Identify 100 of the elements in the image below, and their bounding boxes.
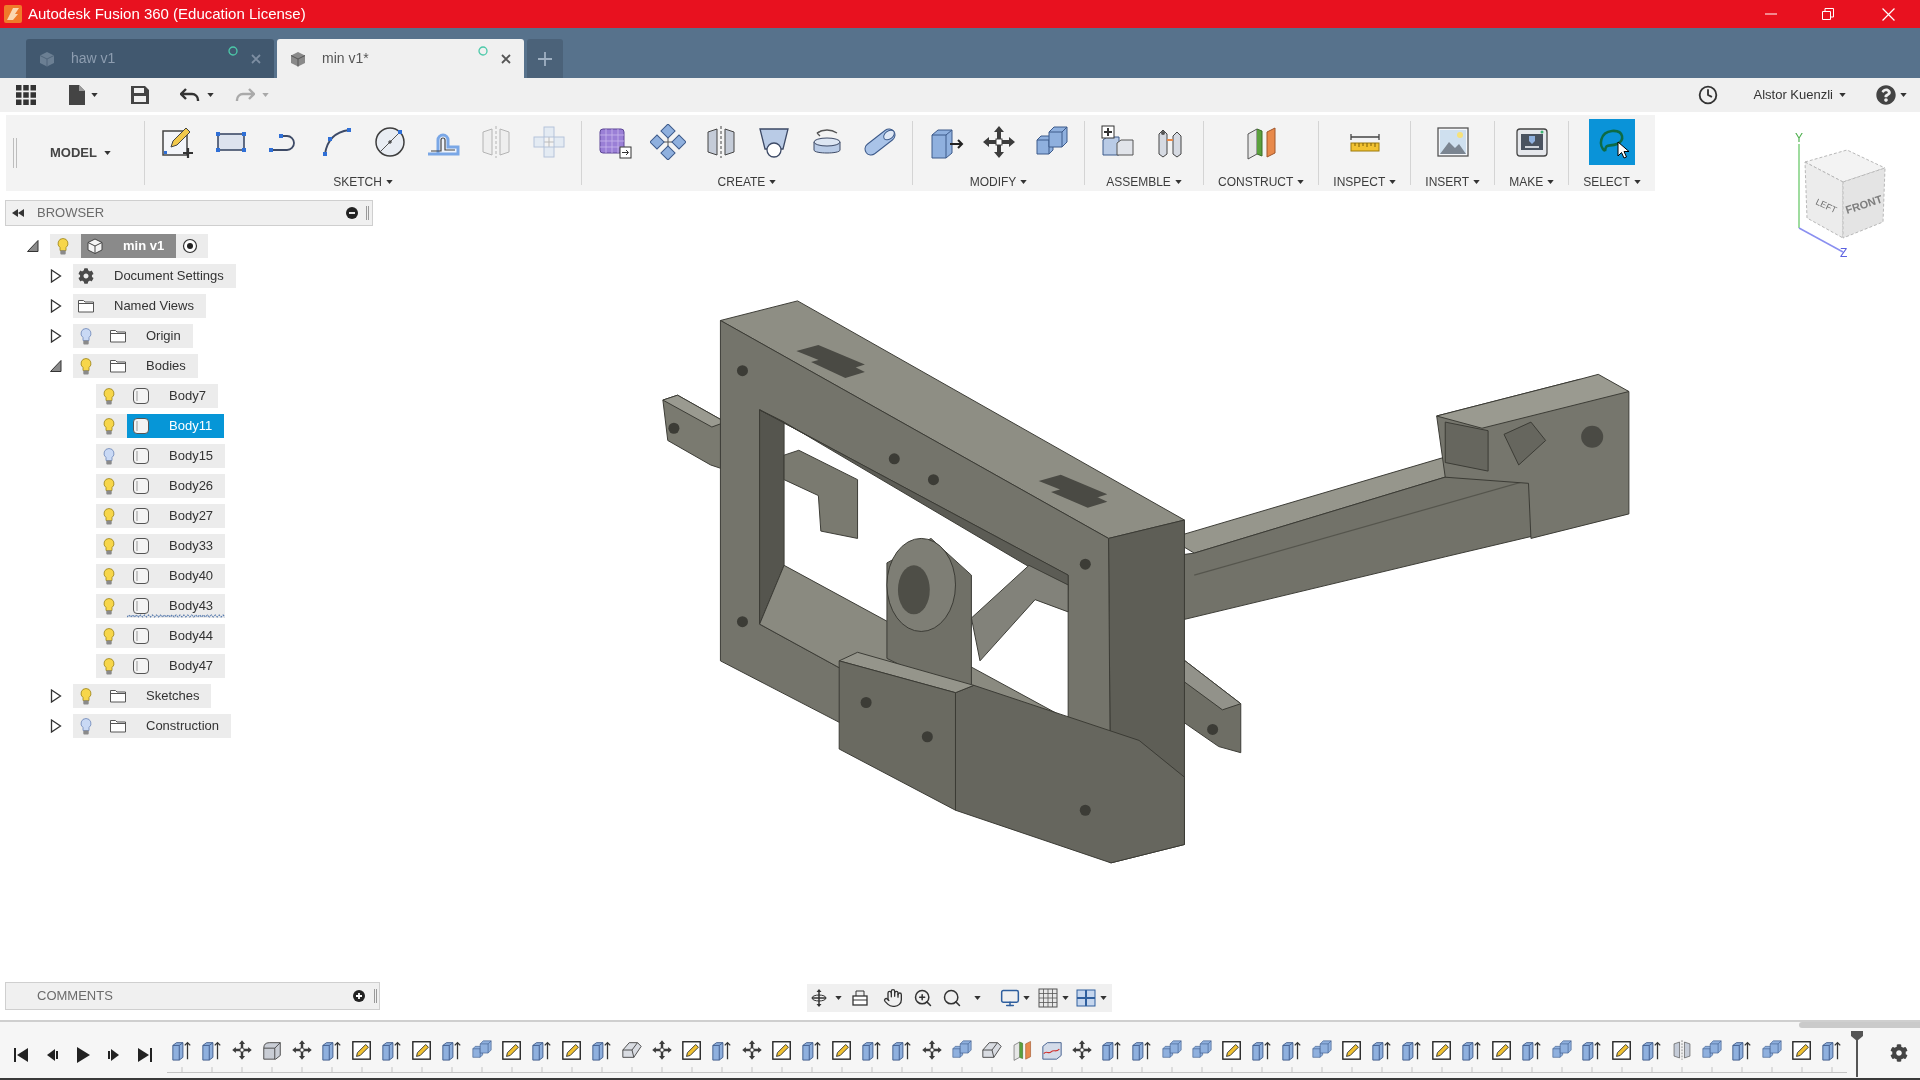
lightbulb-icon[interactable] [103, 537, 115, 555]
tree-item[interactable]: Construction [104, 714, 231, 738]
sketch-pencil-icon[interactable] [1341, 1039, 1363, 1061]
block-curve-icon[interactable] [1041, 1039, 1063, 1061]
tree-item[interactable]: Origin [104, 324, 193, 348]
two-cubes-icon[interactable] [471, 1039, 493, 1061]
undo-icon[interactable] [180, 88, 200, 102]
move-arrows-icon[interactable] [291, 1039, 313, 1061]
lightbulb-icon[interactable] [103, 507, 115, 525]
sketch-pencil-icon[interactable] [1611, 1039, 1633, 1061]
timeline-scrollbar[interactable] [1799, 1022, 1920, 1028]
grid-icon[interactable] [16, 85, 36, 105]
collapsed-arrow-icon[interactable] [49, 329, 62, 343]
caret-icon[interactable] [91, 93, 98, 97]
document-tab[interactable]: min v1* [277, 39, 524, 78]
chamfered-block-icon[interactable] [621, 1039, 643, 1061]
tree-item[interactable]: Body43 [127, 594, 226, 618]
block-arrow-icon[interactable] [861, 1039, 883, 1061]
plus-circle-icon[interactable] [353, 990, 365, 1002]
diamonds-icon[interactable] [649, 124, 686, 160]
new-tab-button[interactable] [527, 39, 563, 78]
sketch-pencil-icon[interactable] [501, 1039, 523, 1061]
caret-icon[interactable] [1100, 996, 1107, 1000]
save-icon[interactable] [131, 86, 149, 104]
restore-icon[interactable] [1822, 8, 1834, 20]
block-arrow-icon[interactable] [1251, 1039, 1273, 1061]
sketch-pencil-icon[interactable] [681, 1039, 703, 1061]
two-cubes-icon[interactable] [951, 1039, 973, 1061]
caret-icon[interactable] [207, 93, 214, 97]
block-arrow-icon[interactable] [531, 1039, 553, 1061]
frame-icon[interactable] [850, 988, 870, 1008]
collapsed-arrow-icon[interactable] [49, 299, 62, 313]
lightbulb-icon[interactable] [103, 447, 115, 465]
move-arrows-icon[interactable] [921, 1039, 943, 1061]
tree-item[interactable]: Body33 [127, 534, 226, 558]
block-arrow-icon[interactable] [1821, 1039, 1843, 1061]
toolbar-menu[interactable]: MAKE [1501, 173, 1563, 191]
minus-circle-icon[interactable] [346, 207, 358, 219]
block-arrow-icon[interactable] [801, 1039, 823, 1061]
grid-icon[interactable] [1038, 988, 1058, 1008]
tree-item[interactable]: Named Views [78, 294, 206, 318]
two-cubes-icon[interactable] [1761, 1039, 1783, 1061]
block-arrow-icon[interactable] [1131, 1039, 1153, 1061]
lightbulb-icon[interactable] [80, 327, 92, 345]
sketch-pencil-icon[interactable] [1431, 1039, 1453, 1061]
lightbulb-icon[interactable] [103, 387, 115, 405]
hand-icon[interactable] [883, 988, 903, 1008]
lightbulb-icon[interactable] [103, 597, 115, 615]
close-icon[interactable] [501, 53, 511, 64]
block-arrow-icon[interactable] [1581, 1039, 1603, 1061]
tree-item[interactable]: Body47 [127, 654, 226, 678]
move-arrows-icon[interactable] [651, 1039, 673, 1061]
lightbulb-icon[interactable] [80, 717, 92, 735]
block-arrow-icon[interactable] [381, 1039, 403, 1061]
block-arrow-icon[interactable] [1101, 1039, 1123, 1061]
picture-icon[interactable] [1434, 124, 1471, 160]
two-cubes-icon[interactable] [1191, 1039, 1213, 1061]
tree-item[interactable]: Body15 [127, 444, 226, 468]
lightbulb-icon[interactable] [57, 237, 69, 255]
toolbar-menu[interactable]: ASSEMBLE [1098, 173, 1190, 191]
double-arrow-icon[interactable] [12, 209, 24, 217]
playhead-marker[interactable] [1851, 1031, 1863, 1077]
four-panes-icon[interactable] [1076, 988, 1096, 1008]
move-arrows-icon[interactable] [1071, 1039, 1093, 1061]
two-cubes-icon[interactable] [1161, 1039, 1183, 1061]
zoom-icon[interactable] [913, 988, 933, 1008]
toolbar-menu[interactable]: CONSTRUCT [1210, 173, 1313, 191]
block-arrow-icon[interactable] [1731, 1039, 1753, 1061]
toolbar-menu[interactable]: CREATE [709, 173, 785, 191]
grip-handle[interactable] [13, 138, 17, 168]
block-arrow-icon[interactable] [891, 1039, 913, 1061]
rounded-block-icon[interactable] [261, 1039, 283, 1061]
two-cubes-icon[interactable] [1311, 1039, 1333, 1061]
tree-item[interactable]: Bodies [104, 354, 198, 378]
collapsed-arrow-icon[interactable] [49, 689, 62, 703]
skip-forward-icon[interactable] [136, 1047, 153, 1063]
mirror-bodies-icon[interactable] [1671, 1039, 1693, 1061]
radio-icon[interactable] [182, 238, 199, 254]
play-icon[interactable] [74, 1047, 91, 1063]
sketch-pencil-icon[interactable] [411, 1039, 433, 1061]
lightbulb-icon[interactable] [103, 477, 115, 495]
file-icon[interactable] [69, 85, 85, 105]
lightbulb-icon[interactable] [103, 657, 115, 675]
view-cube[interactable] [1804, 149, 1886, 239]
block-arrow-icon[interactable] [1371, 1039, 1393, 1061]
block-arrow-icon[interactable] [441, 1039, 463, 1061]
move-arrows-icon[interactable] [231, 1039, 253, 1061]
block-arrow-icon[interactable] [1401, 1039, 1423, 1061]
sketch-pencil-icon[interactable] [351, 1039, 373, 1061]
block-arrow-icon[interactable] [591, 1039, 613, 1061]
tree-item[interactable]: Body40 [127, 564, 226, 588]
workspace-dropdown[interactable]: MODEL [50, 143, 111, 163]
block-arrow-icon[interactable] [1521, 1039, 1543, 1061]
lightbulb-icon[interactable] [103, 417, 115, 435]
toolbar-menu[interactable]: SKETCH [325, 173, 401, 191]
grip-handle[interactable] [366, 206, 369, 220]
sketch-pencil-icon[interactable] [831, 1039, 853, 1061]
lightbulb-icon[interactable] [80, 357, 92, 375]
caret-icon[interactable] [835, 996, 842, 1000]
sketch-pencil-icon[interactable] [1491, 1039, 1513, 1061]
